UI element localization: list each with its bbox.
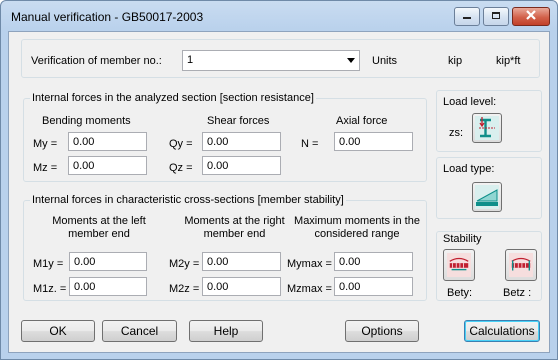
load-level-title: Load level: — [443, 96, 497, 108]
stability-title: Stability — [443, 233, 482, 245]
ok-button-label: OK — [49, 324, 67, 338]
i-beam-load-level-icon — [475, 116, 499, 140]
stability-group-title: Internal forces in characteristic cross-… — [30, 194, 346, 206]
m2y-label: M2y = — [169, 258, 200, 270]
member-box: Verification of member no.: 1 Units kip … — [21, 39, 540, 78]
dialog-body: Verification of member no.: 1 Units kip … — [8, 31, 550, 353]
unit-force: kip — [448, 55, 463, 67]
section-group-title: Internal forces in the analyzed section … — [30, 92, 316, 104]
betz-label: Betz : — [503, 287, 532, 299]
calculations-button-label: Calculations — [469, 324, 535, 338]
qz-label: Qz = — [169, 162, 193, 174]
minimize-icon — [462, 11, 472, 23]
window-title: Manual verification - GB50017-2003 — [11, 10, 204, 24]
m1y-label: M1y = — [33, 258, 64, 270]
qz-input[interactable] — [202, 156, 281, 175]
mz-label: Mz = — [33, 162, 58, 174]
options-button-label: Options — [361, 324, 403, 338]
m1z-input[interactable] — [69, 277, 147, 296]
my-input[interactable] — [68, 132, 147, 151]
m1y-input[interactable] — [69, 252, 147, 271]
bety-button[interactable] — [443, 249, 475, 281]
m1z-label: M1z. = — [33, 283, 67, 295]
close-button[interactable] — [512, 7, 550, 26]
right-end-header-2: member end — [203, 228, 266, 240]
member-select-value: 1 — [187, 54, 194, 66]
shear-header: Shear forces — [207, 115, 270, 127]
bety-label: Bety: — [447, 287, 473, 299]
close-icon — [525, 10, 537, 23]
units-label: Units — [372, 55, 398, 67]
load-level-button[interactable] — [472, 113, 502, 143]
section-resistance-group: Internal forces in the analyzed section … — [23, 92, 427, 182]
dialog-window: Manual verification - GB50017-2003 Verif… — [0, 0, 558, 360]
load-level-group: Load level: zs: — [436, 90, 542, 152]
load-type-title: Load type: — [443, 163, 495, 175]
axial-header: Axial force — [336, 115, 388, 127]
load-type-button[interactable] — [472, 182, 502, 212]
mzmax-label: Mzmax = — [287, 283, 332, 295]
options-button[interactable]: Options — [345, 320, 419, 342]
mzmax-input[interactable] — [334, 277, 413, 296]
member-stability-group: Internal forces in characteristic cross-… — [23, 194, 427, 301]
calculations-button[interactable]: Calculations — [464, 320, 540, 342]
zs-label: zs: — [449, 127, 464, 139]
maximize-button[interactable] — [483, 7, 509, 26]
m2y-input[interactable] — [202, 252, 281, 271]
member-select[interactable]: 1 — [182, 50, 360, 71]
left-end-header-1: Moments at the left — [52, 215, 146, 227]
maximize-icon — [491, 11, 501, 23]
betz-button[interactable] — [505, 249, 537, 281]
beam-stability-z-icon — [509, 253, 533, 277]
cancel-button-label: Cancel — [120, 324, 159, 338]
title-bar[interactable]: Manual verification - GB50017-2003 — [1, 1, 557, 31]
cancel-button[interactable]: Cancel — [102, 320, 177, 342]
qy-input[interactable] — [202, 132, 281, 151]
n-input[interactable] — [334, 132, 413, 151]
unit-moment: kip*ft — [496, 55, 521, 67]
beam-stability-y-icon — [447, 253, 471, 277]
left-end-header-2: member end — [68, 228, 130, 240]
m2z-input[interactable] — [202, 277, 281, 296]
n-label: N = — [301, 138, 319, 150]
load-type-group: Load type: — [436, 157, 542, 219]
mz-input[interactable] — [68, 156, 147, 175]
stability-factors-group: Stability Bety: Betz: — [436, 231, 542, 301]
m2z-label: M2z = — [169, 283, 200, 295]
ok-button[interactable]: OK — [21, 320, 95, 342]
max-moments-header-1: Maximum moments in the — [294, 215, 420, 227]
max-moments-header-2: considered range — [314, 228, 400, 240]
my-label: My = — [33, 138, 58, 150]
help-button[interactable]: Help — [189, 320, 263, 342]
qy-label: Qy = — [169, 138, 193, 150]
chevron-down-icon[interactable] — [342, 51, 359, 70]
mymax-label: Mymax = — [287, 258, 332, 270]
help-button-label: Help — [213, 324, 239, 338]
bending-header: Bending moments — [42, 115, 131, 127]
member-label: Verification of member no.: — [31, 55, 162, 67]
right-end-header-1: Moments at the right — [184, 215, 285, 227]
mymax-input[interactable] — [334, 252, 413, 271]
trapezoidal-load-icon — [475, 185, 499, 209]
minimize-button[interactable] — [454, 7, 480, 26]
